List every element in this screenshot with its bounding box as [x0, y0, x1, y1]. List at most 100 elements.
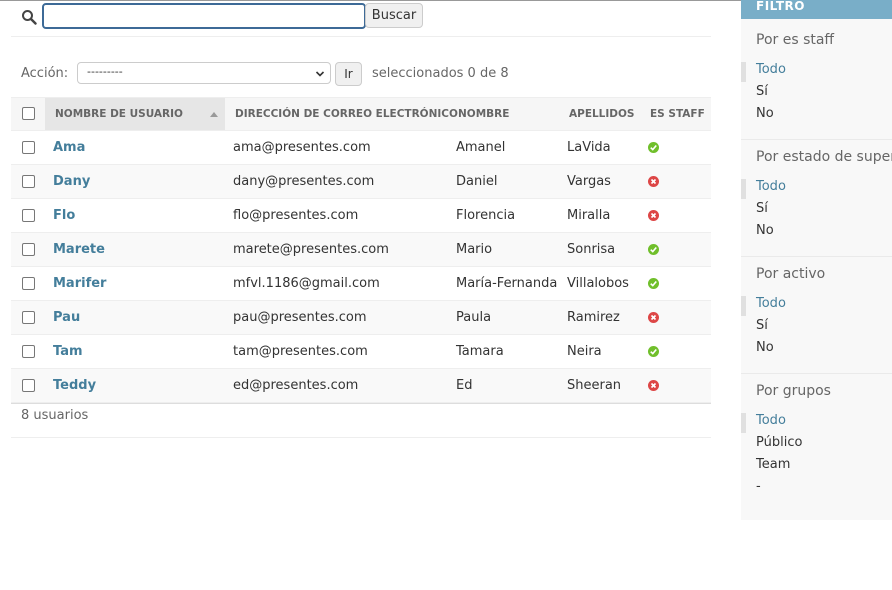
table-header: Nombre de usuario Dirección de correo el… — [11, 97, 711, 131]
email-cell: dany@presentes.com — [233, 174, 375, 189]
filter-option[interactable]: Público — [756, 435, 802, 450]
cross-icon — [648, 312, 659, 323]
table-row: Pau pau@presentes.com Paula Ramirez — [11, 301, 711, 335]
email-cell: mfvl.1186@gmail.com — [233, 276, 380, 291]
row-checkbox[interactable] — [22, 311, 35, 324]
check-icon — [648, 244, 659, 255]
paginator: 8 usuarios — [11, 395, 711, 438]
first-name-cell: Florencia — [456, 208, 516, 223]
column-header-is-staff[interactable]: Es staff — [650, 98, 705, 130]
cross-icon — [648, 210, 659, 221]
filter-option[interactable]: No — [756, 106, 774, 121]
first-name-cell: Daniel — [456, 174, 498, 189]
check-icon — [648, 142, 659, 153]
filter-selected-indicator — [741, 62, 746, 82]
filter-group-title: Por estado de superusuario — [756, 149, 892, 165]
last-name-cell: Vargas — [567, 174, 611, 189]
username-link[interactable]: Marifer — [53, 267, 106, 300]
row-checkbox[interactable] — [22, 243, 35, 256]
filter-option[interactable]: Sí — [756, 84, 768, 99]
column-header-last-name[interactable]: Apellidos — [569, 98, 635, 130]
filter-header: FILTRO — [741, 0, 892, 19]
search-toolbar: Buscar — [11, 3, 711, 37]
email-cell: flo@presentes.com — [233, 208, 359, 223]
last-name-cell: Neira — [567, 344, 602, 359]
column-header-username[interactable]: Nombre de usuario — [45, 98, 225, 130]
filter-option[interactable]: Team — [756, 457, 790, 472]
username-link[interactable]: Pau — [53, 301, 80, 334]
table-row: Flo flo@presentes.com Florencia Miralla — [11, 199, 711, 233]
filter-selected-indicator — [741, 413, 746, 433]
filter-group-divider — [741, 256, 892, 257]
row-checkbox[interactable] — [22, 175, 35, 188]
last-name-cell: Villalobos — [567, 276, 629, 291]
last-name-cell: LaVida — [567, 140, 611, 155]
filter-option[interactable]: Todo — [756, 413, 786, 428]
filter-sidebar: FILTRO Por es staff Todo Sí No Por estado de… — [741, 0, 892, 520]
table-row: Tam tam@presentes.com Tamara Neira — [11, 335, 711, 369]
cross-icon — [648, 176, 659, 187]
table-body: Ama ama@presentes.com Amanel LaVida Dany dany… — [11, 131, 711, 403]
result-count: 8 usuarios — [21, 408, 89, 423]
last-name-cell: Ramirez — [567, 310, 620, 325]
email-cell: tam@presentes.com — [233, 344, 368, 359]
first-name-cell: María-Fernanda — [456, 276, 558, 291]
filter-selected-indicator — [741, 179, 746, 199]
search-button[interactable]: Buscar — [365, 3, 423, 28]
search-input[interactable] — [42, 3, 366, 29]
table-row: Ama ama@presentes.com Amanel LaVida — [11, 131, 711, 165]
row-checkbox[interactable] — [22, 379, 35, 392]
check-icon — [648, 346, 659, 357]
go-button[interactable]: Ir — [335, 62, 362, 86]
chevron-down-icon — [315, 71, 325, 77]
row-checkbox[interactable] — [22, 209, 35, 222]
filter-group-divider — [741, 139, 892, 140]
filter-group-title: Por grupos — [756, 383, 831, 399]
actions-label: Acción: — [21, 66, 69, 81]
username-link[interactable]: Ama — [53, 131, 85, 164]
last-name-cell: Miralla — [567, 208, 611, 223]
filter-title: FILTRO — [756, 0, 805, 13]
first-name-cell: Tamara — [456, 344, 504, 359]
users-table: Nombre de usuario Dirección de correo el… — [11, 97, 711, 404]
last-name-cell: Sonrisa — [567, 242, 616, 257]
filter-option[interactable]: - — [756, 479, 761, 494]
action-select[interactable]: --------- — [77, 62, 331, 84]
column-header-first-name[interactable]: Nombre — [458, 98, 509, 130]
select-all-checkbox[interactable] — [22, 107, 35, 120]
action-select-value: --------- — [87, 65, 123, 78]
table-row: Marifer mfvl.1186@gmail.com María-Fernanda… — [11, 267, 711, 301]
check-icon — [648, 278, 659, 289]
sort-ascending-icon[interactable] — [210, 112, 218, 117]
filter-option[interactable]: Todo — [756, 179, 786, 194]
row-checkbox[interactable] — [22, 345, 35, 358]
search-icon — [22, 10, 37, 25]
filter-group-title: Por es staff — [756, 32, 835, 48]
username-link[interactable]: Dany — [53, 165, 90, 198]
row-checkbox[interactable] — [22, 277, 35, 290]
column-header-label: Nombre de usuario — [55, 108, 183, 120]
first-name-cell: Amanel — [456, 140, 506, 155]
email-cell: ama@presentes.com — [233, 140, 371, 155]
username-link[interactable]: Tam — [53, 335, 83, 368]
filter-option[interactable]: No — [756, 223, 774, 238]
filter-selected-indicator — [741, 296, 746, 316]
filter-option[interactable]: Todo — [756, 296, 786, 311]
username-link[interactable]: Marete — [53, 233, 105, 266]
filter-option[interactable]: Sí — [756, 201, 768, 216]
filter-option[interactable]: Sí — [756, 318, 768, 333]
filter-group-divider — [741, 373, 892, 374]
table-row: Dany dany@presentes.com Daniel Vargas — [11, 165, 711, 199]
username-link[interactable]: Flo — [53, 199, 75, 232]
cross-icon — [648, 380, 659, 391]
row-checkbox[interactable] — [22, 141, 35, 154]
first-name-cell: Mario — [456, 242, 493, 257]
email-cell: pau@presentes.com — [233, 310, 367, 325]
table-row: Marete marete@presentes.com Mario Sonrisa — [11, 233, 711, 267]
column-header-email[interactable]: Dirección de correo electrónico — [235, 98, 458, 130]
filter-option[interactable]: No — [756, 340, 774, 355]
email-cell: marete@presentes.com — [233, 242, 389, 257]
first-name-cell: Paula — [456, 310, 492, 325]
filter-option[interactable]: Todo — [756, 62, 786, 77]
filter-group-title: Por activo — [756, 266, 826, 282]
